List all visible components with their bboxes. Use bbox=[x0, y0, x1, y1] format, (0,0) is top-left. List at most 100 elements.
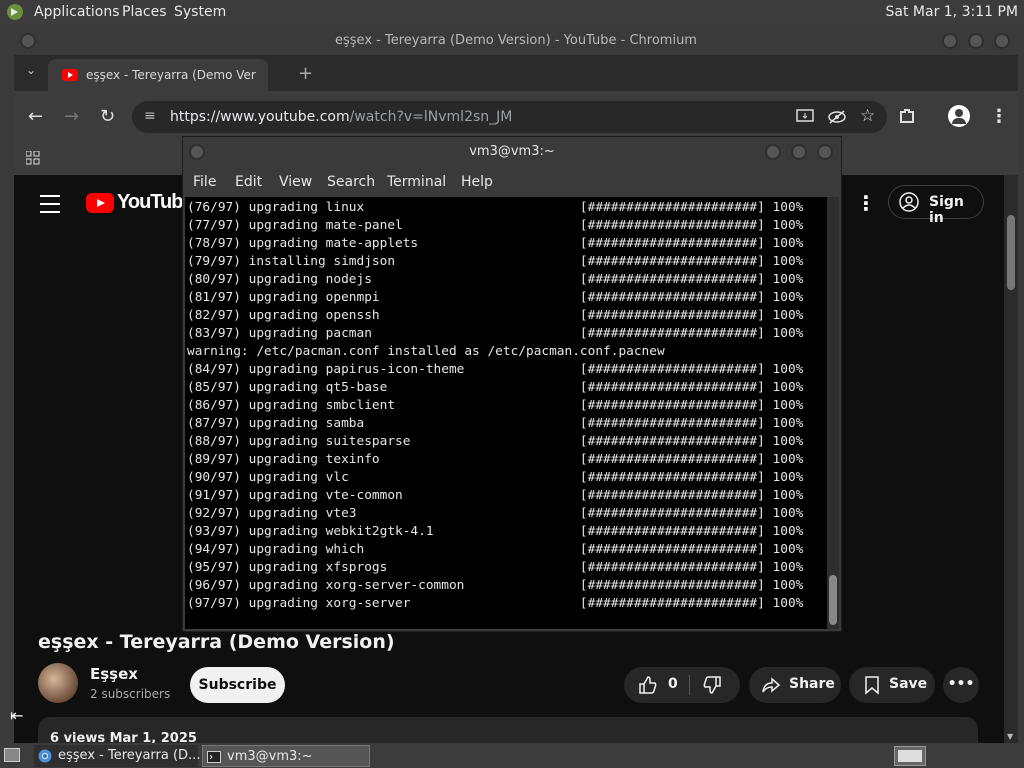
tab-search-chevron-icon[interactable]: ⌄ bbox=[26, 63, 36, 77]
taskbar-item-terminal[interactable]: vm3@vm3:~ bbox=[202, 745, 370, 767]
more-actions-button[interactable]: ••• bbox=[943, 667, 979, 703]
show-desktop-icon[interactable] bbox=[4, 748, 20, 762]
mouse-cursor-icon: ⇤ bbox=[10, 706, 24, 725]
terminal-window-menu-button[interactable] bbox=[189, 144, 205, 160]
terminal-line: (79/97) installing simdjson [###########… bbox=[187, 254, 804, 269]
menu-logo-icon[interactable] bbox=[6, 3, 24, 21]
url-text[interactable]: https://www.youtube.com/watch?v=lNvml2sn… bbox=[170, 109, 512, 125]
terminal-minimize-button[interactable] bbox=[765, 144, 781, 160]
description-box[interactable]: 6 views Mar 1, 2025 bbox=[38, 717, 978, 743]
terminal-scrollbar-thumb[interactable] bbox=[829, 575, 837, 625]
channel-avatar[interactable] bbox=[38, 663, 78, 703]
terminal-line: (87/97) upgrading samba [###############… bbox=[187, 416, 804, 431]
like-count[interactable]: 0 bbox=[668, 676, 678, 692]
account-icon bbox=[899, 192, 919, 212]
terminal-menubar: File Edit View Search Terminal Help bbox=[183, 169, 841, 195]
terminal-icon bbox=[207, 751, 221, 763]
terminal-menu-edit[interactable]: Edit bbox=[235, 174, 262, 190]
terminal-window: vm3@vm3:~ File Edit View Search Terminal… bbox=[182, 136, 842, 632]
close-button[interactable] bbox=[994, 33, 1010, 49]
chromium-icon bbox=[38, 749, 52, 763]
extensions-puzzle-icon[interactable] bbox=[898, 107, 916, 125]
channel-name[interactable]: Eşşex bbox=[90, 665, 138, 683]
share-arrow-icon bbox=[762, 677, 781, 693]
share-label: Share bbox=[789, 676, 835, 692]
top-panel: Applications Places System Sat Mar 1, 3:… bbox=[0, 0, 1024, 24]
scroll-down-arrow-icon[interactable]: ▼ bbox=[1007, 732, 1013, 741]
page-scrollbar[interactable]: ▼ bbox=[1004, 175, 1018, 743]
browser-menu-icon[interactable]: ⋮ bbox=[990, 107, 1008, 127]
bottom-taskbar: eşşex - Tereyarra (D... vm3@vm3:~ bbox=[0, 744, 1024, 768]
terminal-line: (84/97) upgrading papirus-icon-theme [##… bbox=[187, 362, 804, 377]
terminal-line: (95/97) upgrading xfsprogs [############… bbox=[187, 560, 804, 575]
save-bookmark-icon bbox=[865, 676, 879, 695]
reload-icon[interactable]: ↻ bbox=[100, 107, 115, 127]
terminal-close-button[interactable] bbox=[817, 144, 833, 160]
terminal-titlebar[interactable]: vm3@vm3:~ bbox=[183, 137, 841, 167]
dislike-thumb-down-icon[interactable] bbox=[702, 675, 722, 695]
terminal-line: (96/97) upgrading xorg-server-common [##… bbox=[187, 578, 804, 593]
terminal-screen[interactable]: (76/97) upgrading linux [###############… bbox=[185, 197, 827, 629]
subscribe-button[interactable]: Subscribe bbox=[190, 667, 285, 703]
save-label: Save bbox=[889, 676, 928, 692]
taskbar-item-terminal-label: vm3@vm3:~ bbox=[227, 749, 313, 764]
terminal-line: (77/97) upgrading mate-panel [##########… bbox=[187, 218, 804, 233]
terminal-line: (80/97) upgrading nodejs [##############… bbox=[187, 272, 804, 287]
share-button[interactable]: Share bbox=[749, 667, 841, 703]
tab-strip: eşşex - Tereyarra (Demo Ver bbox=[14, 55, 1018, 91]
youtube-favicon-icon bbox=[62, 69, 78, 81]
terminal-line: (85/97) upgrading qt5-base [############… bbox=[187, 380, 804, 395]
window-menu-button[interactable] bbox=[20, 33, 36, 49]
browser-titlebar[interactable]: eşşex - Tereyarra (Demo Version) - YouTu… bbox=[14, 27, 1018, 55]
terminal-menu-search[interactable]: Search bbox=[327, 174, 375, 190]
save-button[interactable]: Save bbox=[849, 667, 935, 703]
terminal-line: (89/97) upgrading texinfo [#############… bbox=[187, 452, 804, 467]
terminal-line: (88/97) upgrading suitesparse [#########… bbox=[187, 434, 804, 449]
terminal-menu-file[interactable]: File bbox=[193, 174, 216, 190]
maximize-button[interactable] bbox=[968, 33, 984, 49]
terminal-menu-terminal[interactable]: Terminal bbox=[387, 174, 446, 190]
sign-in-button[interactable]: Sign in bbox=[888, 185, 984, 226]
install-app-icon[interactable] bbox=[796, 109, 814, 125]
browser-window-title: eşşex - Tereyarra (Demo Version) - YouTu… bbox=[335, 33, 697, 48]
terminal-line: (86/97) upgrading smbclient [###########… bbox=[187, 398, 804, 413]
settings-kebab-icon[interactable]: ⋮ bbox=[856, 191, 876, 215]
profile-icon[interactable] bbox=[948, 105, 970, 127]
terminal-line: (94/97) upgrading which [###############… bbox=[187, 542, 804, 557]
workspace-switcher[interactable] bbox=[894, 746, 926, 766]
terminal-line: (76/97) upgrading linux [###############… bbox=[187, 200, 804, 215]
guide-menu-icon[interactable] bbox=[40, 195, 60, 213]
eye-off-icon[interactable] bbox=[828, 109, 846, 125]
menu-applications[interactable]: Applications bbox=[34, 4, 120, 20]
terminal-line: (97/97) upgrading xorg-server [#########… bbox=[187, 596, 804, 611]
view-count-date: 6 views Mar 1, 2025 bbox=[50, 731, 197, 743]
tab-youtube[interactable]: eşşex - Tereyarra (Demo Ver bbox=[48, 59, 268, 91]
tab-title: eşşex - Tereyarra (Demo Ver bbox=[86, 68, 256, 82]
back-arrow-icon[interactable]: ← bbox=[28, 107, 43, 127]
address-bar[interactable]: ≡ https://www.youtube.com/watch?v=lNvml2… bbox=[132, 101, 887, 133]
terminal-line: (78/97) upgrading mate-applets [########… bbox=[187, 236, 804, 251]
youtube-play-icon bbox=[86, 193, 114, 213]
apps-grid-icon[interactable] bbox=[26, 151, 40, 165]
menu-system[interactable]: System bbox=[174, 4, 226, 20]
terminal-title: vm3@vm3:~ bbox=[469, 144, 555, 159]
video-title: eşşex - Tereyarra (Demo Version) bbox=[38, 631, 395, 653]
forward-arrow-icon[interactable]: → bbox=[64, 107, 79, 127]
site-settings-icon[interactable]: ≡ bbox=[144, 108, 156, 124]
subscriber-count: 2 subscribers bbox=[90, 687, 171, 701]
terminal-menu-view[interactable]: View bbox=[279, 174, 312, 190]
like-thumb-up-icon[interactable] bbox=[638, 675, 658, 695]
clock[interactable]: Sat Mar 1, 3:11 PM bbox=[886, 4, 1019, 20]
menu-places[interactable]: Places bbox=[122, 4, 167, 20]
taskbar-item-browser-label: eşşex - Tereyarra (D... bbox=[58, 748, 201, 763]
bookmark-star-icon[interactable]: ☆ bbox=[860, 106, 875, 126]
terminal-menu-help[interactable]: Help bbox=[461, 174, 493, 190]
taskbar-item-browser[interactable]: eşşex - Tereyarra (D... bbox=[34, 745, 201, 767]
terminal-line: (83/97) upgrading pacman [##############… bbox=[187, 326, 804, 341]
page-scrollbar-thumb[interactable] bbox=[1007, 215, 1015, 290]
new-tab-button[interactable]: + bbox=[298, 63, 313, 84]
terminal-scrollbar[interactable] bbox=[827, 197, 839, 629]
terminal-maximize-button[interactable] bbox=[791, 144, 807, 160]
terminal-line: warning: /etc/pacman.conf installed as /… bbox=[187, 344, 665, 359]
minimize-button[interactable] bbox=[942, 33, 958, 49]
